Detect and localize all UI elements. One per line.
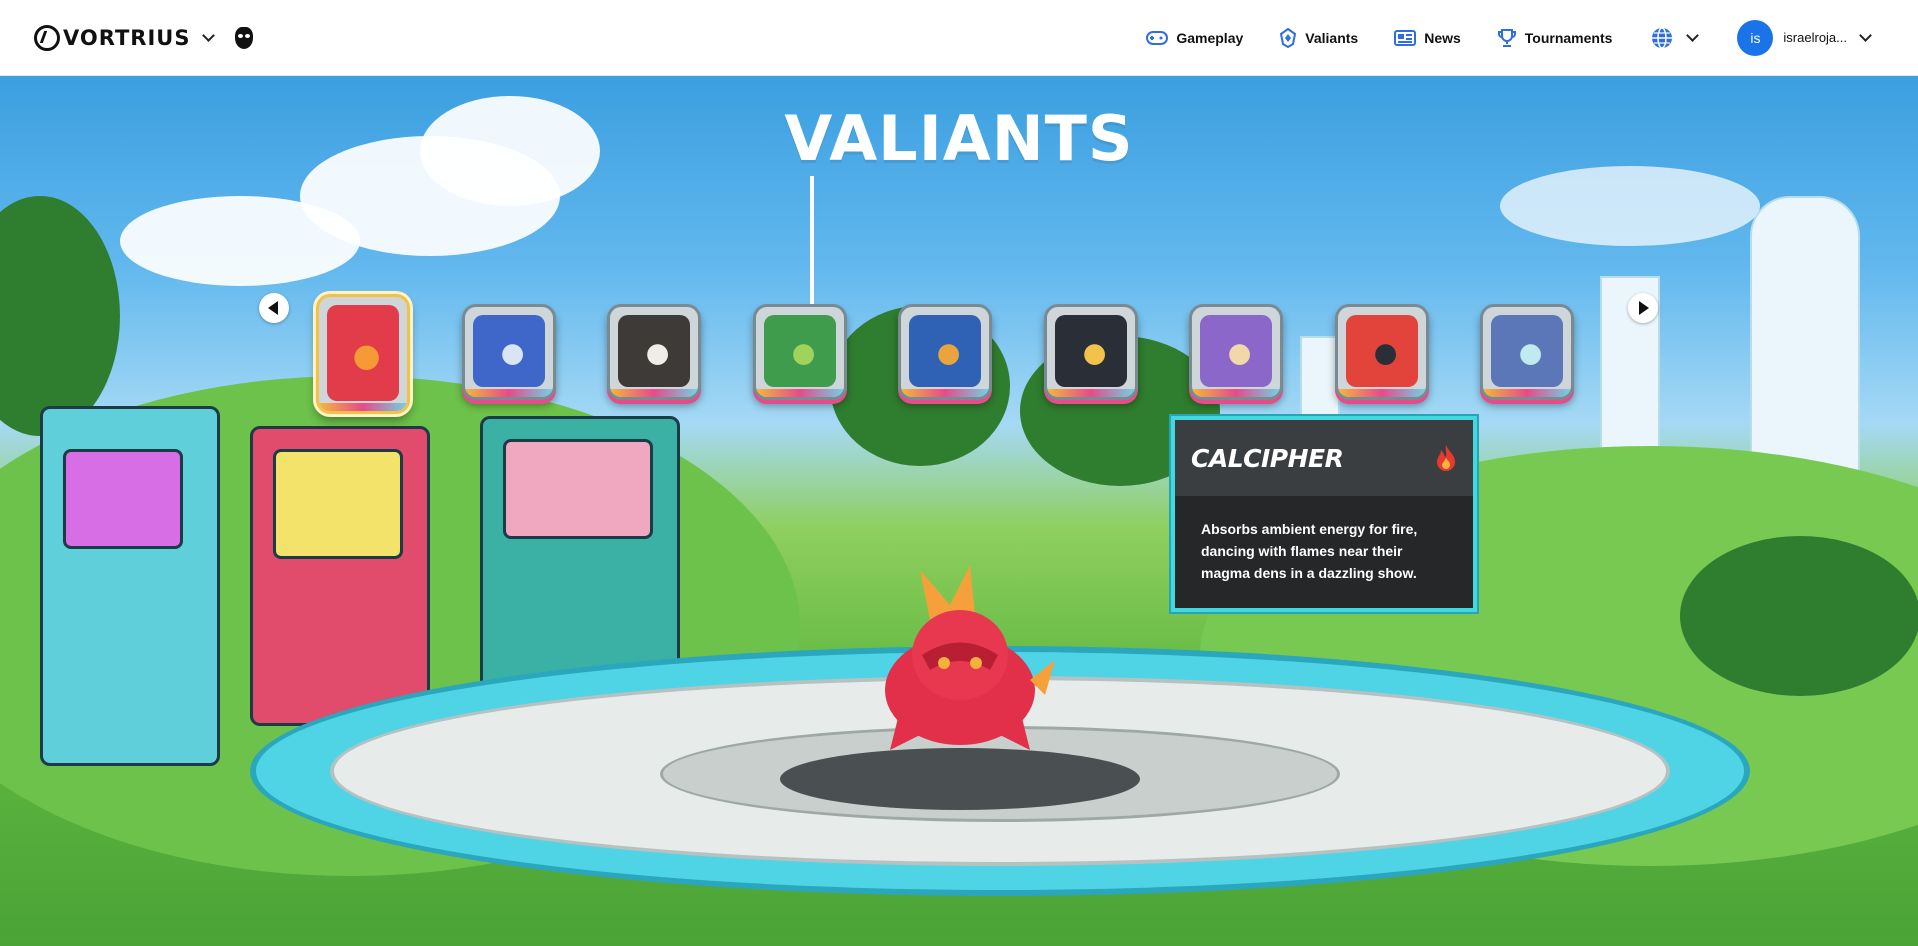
globe-icon [1652,26,1673,49]
chevron-down-icon [1859,29,1872,42]
arcade-machine [40,406,220,766]
portrait-stripe [464,389,553,397]
valiant-portrait[interactable] [461,304,556,400]
carousel-next-button[interactable] [1628,293,1658,323]
valiant-portrait-face [1054,315,1127,387]
brand-menu[interactable]: VORTRIUS [34,24,216,51]
nav-gameplay[interactable]: Gameplay [1146,30,1243,46]
valiant-carousel [0,216,1918,414]
nav-tournaments[interactable]: Tournaments [1497,28,1613,48]
nav-label: Gameplay [1176,29,1244,46]
arrow-right-icon [1639,301,1649,315]
nav-news[interactable]: News [1394,29,1461,47]
valiant-portrait-face [472,315,545,387]
valiant-portrait[interactable] [316,294,410,414]
portrait-stripe [610,389,698,397]
valiant-portrait-face [327,305,399,401]
vortrius-logo-icon [34,24,60,51]
valiant-icon [1280,27,1297,48]
portrait-stripe [755,389,844,397]
valiant-portrait-face [618,315,690,387]
username: israelroja... [1783,30,1847,45]
brand-name: VORTRIUS [63,25,191,50]
top-navbar: VORTRIUS Gameplay Valiants News Tourname… [0,0,1918,76]
valiant-portrait-face [1491,315,1563,387]
valiant-portrait-face [1345,315,1418,387]
valiant-portrait[interactable] [898,304,992,400]
nav-label: Tournaments [1524,29,1613,46]
arrow-left-icon [268,301,278,315]
portrait-stripe [1192,389,1280,397]
valiant-portrait[interactable] [1189,304,1283,400]
valiant-portrait-face [763,315,836,387]
arcade-machine [250,426,430,726]
user-menu[interactable]: is israelroja... [1737,19,1872,56]
portrait-stripe [319,403,407,411]
gamepad-icon [1146,30,1169,45]
valiants-hero: VALIANTS CALCIPHER Absorbs ambient energ… [0,76,1918,946]
carousel-prev-button[interactable] [259,293,289,323]
valiant-portrait[interactable] [1480,304,1574,400]
language-selector[interactable] [1650,26,1700,50]
mask-icon[interactable] [235,26,254,49]
valiant-portrait[interactable] [1043,304,1138,400]
nav-label: News [1424,29,1461,46]
fire-icon [1437,445,1455,471]
valiant-info-card: CALCIPHER Absorbs ambient energy for fir… [1171,416,1477,612]
portrait-stripe [1337,389,1426,397]
valiant-portrait[interactable] [1334,304,1429,400]
calcipher-model [885,565,1055,750]
valiant-portrait[interactable] [752,304,847,400]
avatar: is [1737,19,1774,56]
chevron-down-icon [202,29,216,42]
valiant-portrait-face [1200,315,1272,387]
tree [1680,536,1918,696]
valiant-description: Absorbs ambient energy for fire, dancing… [1201,521,1418,581]
chevron-down-icon [1686,29,1700,42]
news-icon [1394,29,1417,46]
trophy-icon [1497,28,1516,47]
valiant-portrait[interactable] [607,304,701,400]
portrait-stripe [1046,389,1135,397]
portrait-stripe [901,389,989,397]
nav-valiants[interactable]: Valiants [1279,27,1359,48]
nav-label: Valiants [1305,29,1359,46]
portrait-stripe [1483,389,1571,397]
valiant-name: CALCIPHER [1191,443,1344,473]
info-header: CALCIPHER [1175,420,1473,496]
valiant-portrait-face [909,315,981,387]
page-title: VALIANTS [784,102,1134,175]
